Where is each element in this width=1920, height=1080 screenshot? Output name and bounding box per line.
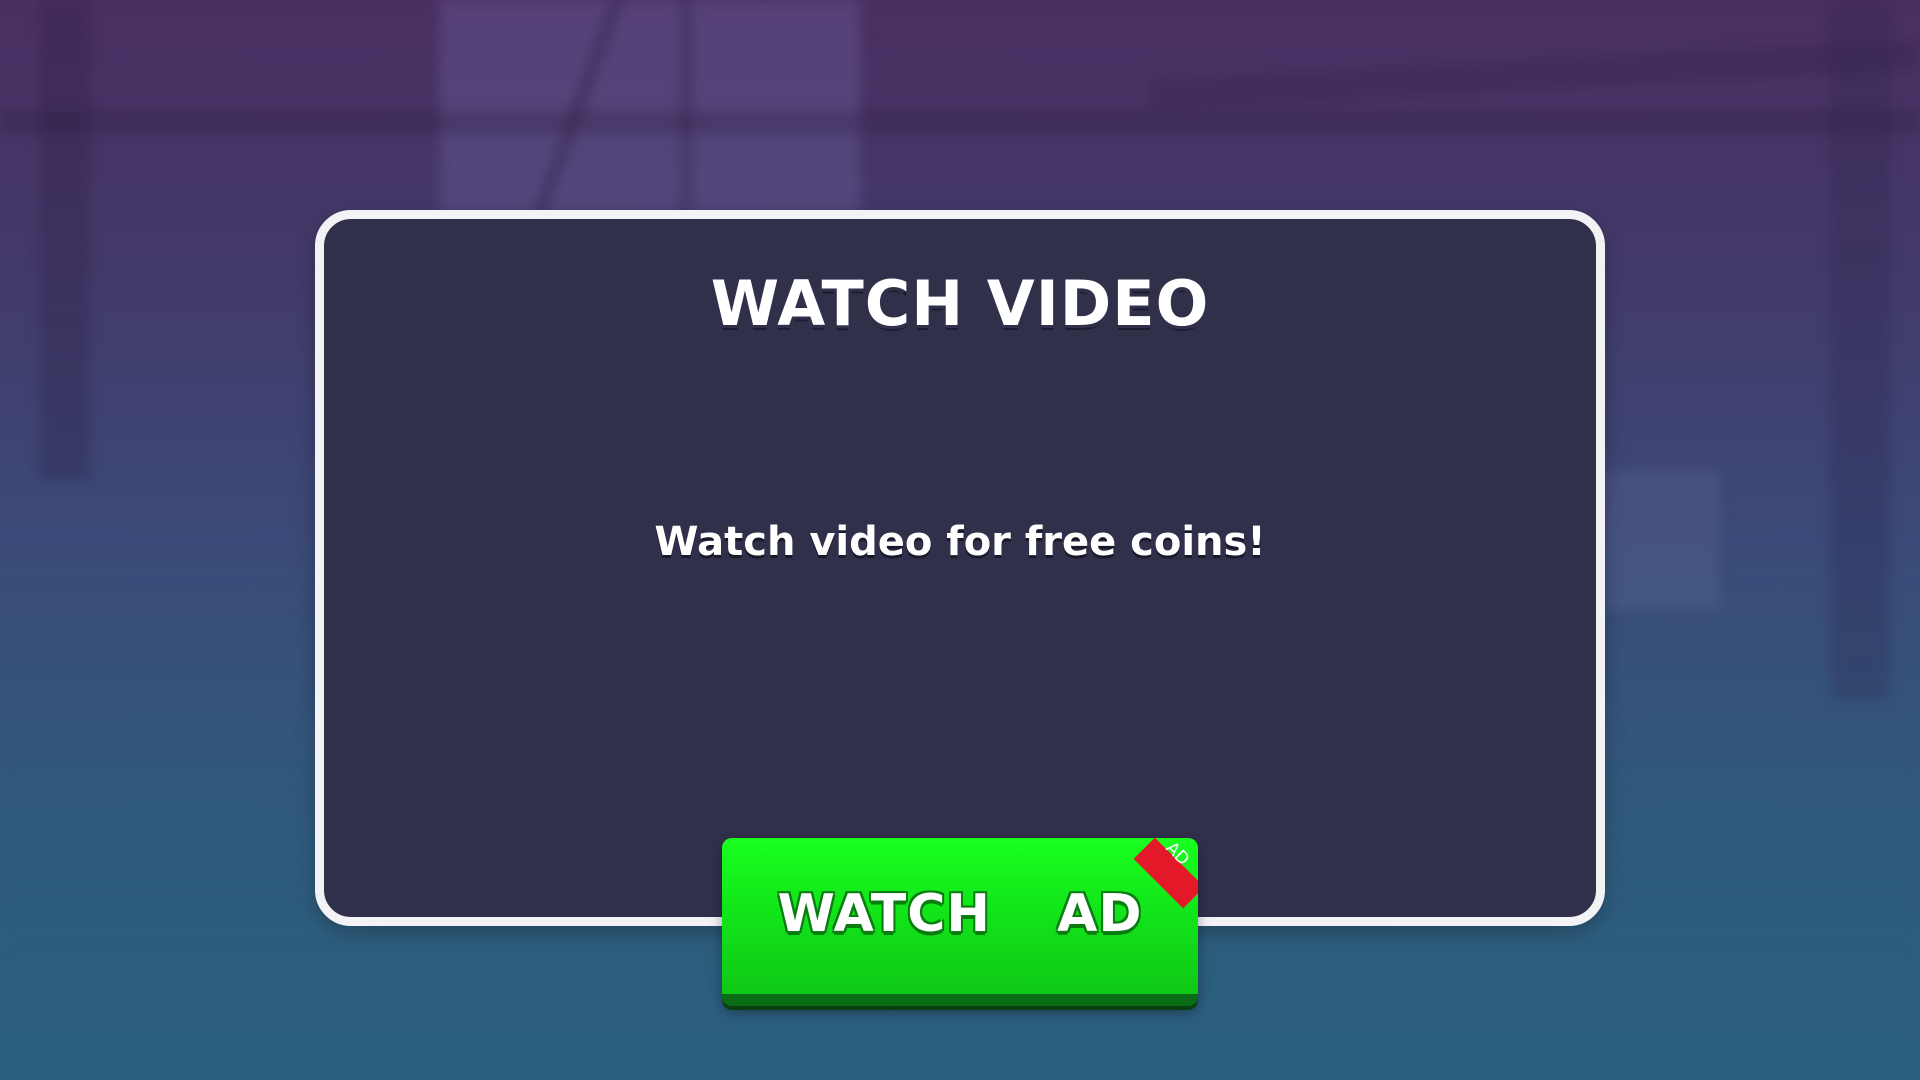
background-pillar xyxy=(1830,0,1890,700)
watch-ad-button[interactable]: WATCH AD AD xyxy=(722,838,1198,1006)
background-ceiling-beam xyxy=(1149,39,1920,111)
watch-ad-label: WATCH AD xyxy=(777,884,1143,944)
watch-video-dialog: WATCH VIDEO Watch video for free coins! xyxy=(315,210,1605,926)
dialog-message: Watch video for free coins! xyxy=(654,519,1266,565)
background-pillar xyxy=(40,0,90,480)
background-crate xyxy=(1600,470,1720,610)
dialog-title: WATCH VIDEO xyxy=(710,267,1210,340)
background-ceiling-beam xyxy=(0,110,1920,134)
